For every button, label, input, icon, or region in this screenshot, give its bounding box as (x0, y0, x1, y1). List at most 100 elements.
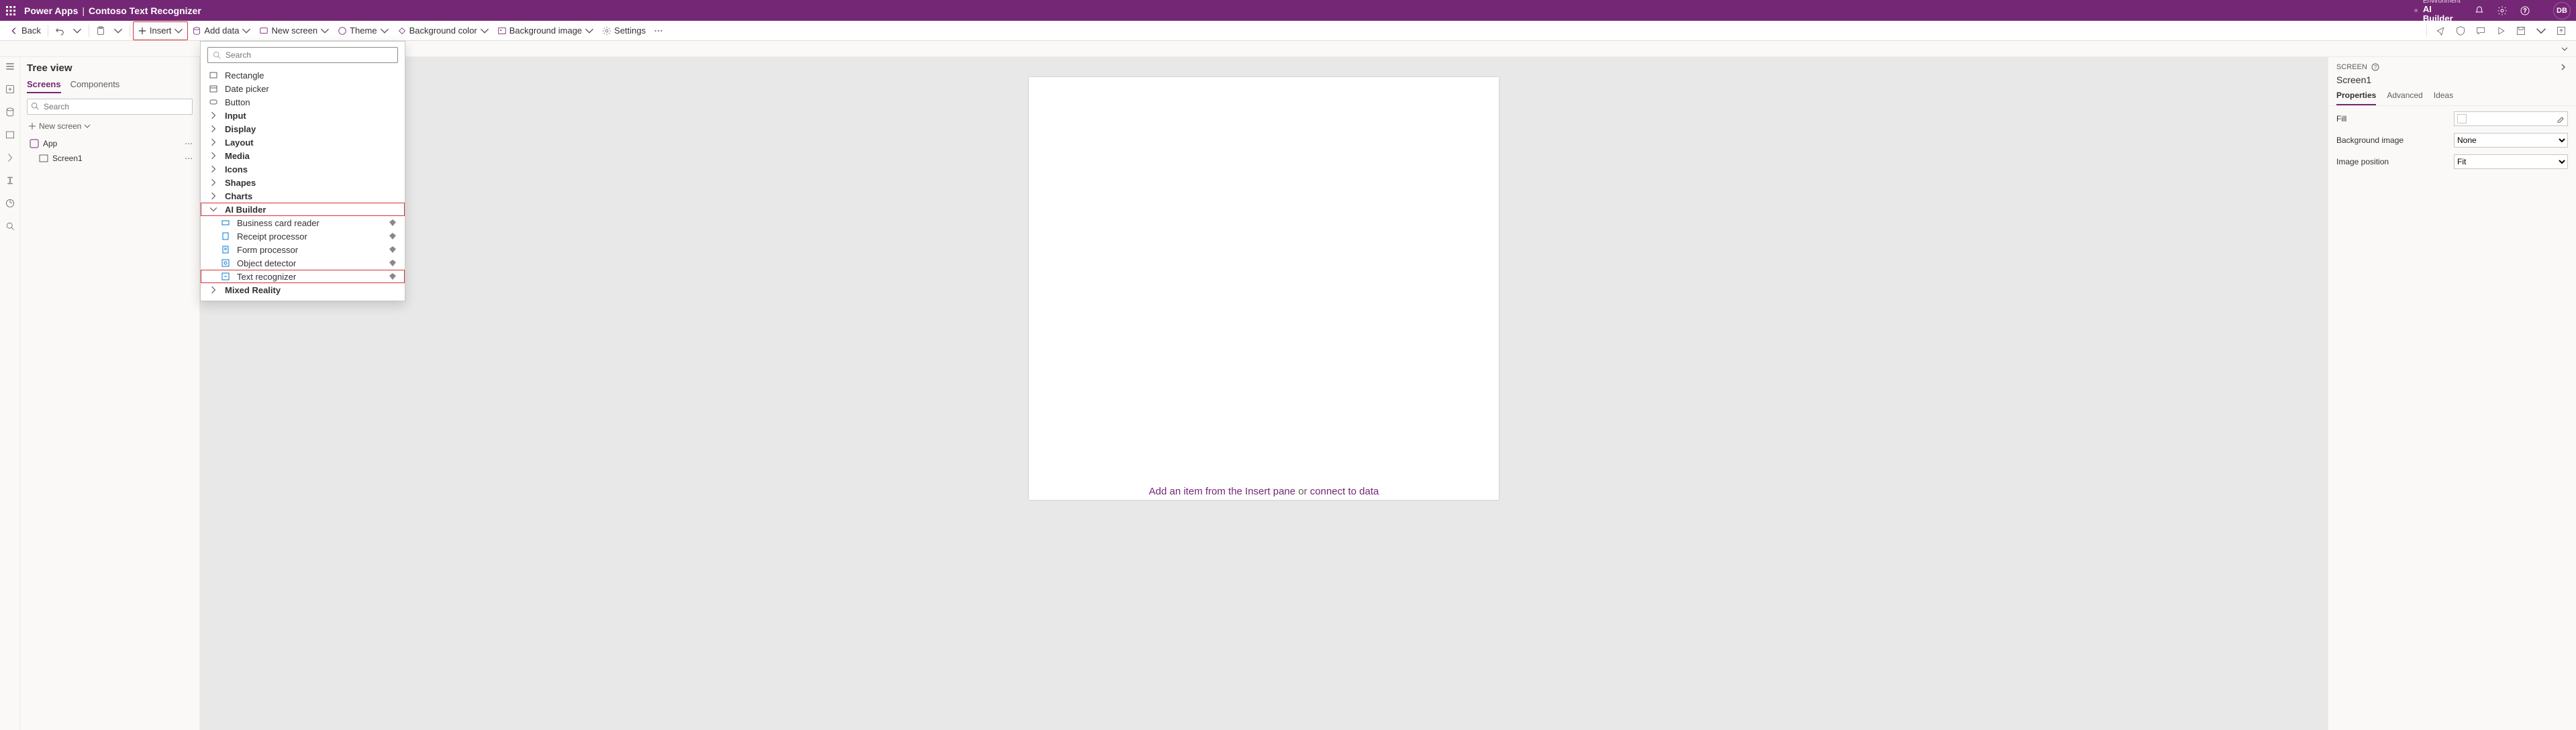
bucket-icon (397, 26, 407, 36)
insert-item-label: Form processor (237, 245, 298, 255)
screen-icon (39, 154, 48, 163)
help-icon[interactable]: ? (2520, 5, 2530, 16)
undo-button[interactable] (51, 21, 68, 40)
prop-fill-picker[interactable] (2454, 111, 2568, 126)
canvas-hint-link[interactable]: connect to data (1310, 486, 1379, 497)
tree-node-screen1[interactable]: Screen1 ⋯ (27, 151, 193, 166)
insert-item-label: Shapes (225, 178, 256, 188)
comments-button[interactable] (2471, 21, 2490, 40)
save-button[interactable] (2512, 21, 2530, 40)
premium-diamond-icon (389, 246, 397, 254)
overflow-button[interactable] (650, 21, 667, 40)
undo-split[interactable] (68, 21, 86, 40)
canvas[interactable]: Add an item from the Insert pane or conn… (200, 57, 2328, 730)
tab-advanced[interactable]: Advanced (2387, 91, 2422, 105)
add-data-button[interactable]: Add data (188, 21, 255, 40)
insert-item-text-recognizer[interactable]: Text recognizer (201, 270, 405, 283)
product-name: Power Apps (24, 5, 78, 16)
insert-item-date-picker[interactable]: Date picker (201, 82, 405, 95)
theme-button[interactable]: Theme (334, 21, 393, 40)
prop-bg-image-select[interactable]: None (2454, 133, 2568, 148)
advanced-tools-icon[interactable] (5, 198, 15, 209)
chevron-down-icon (174, 26, 183, 36)
bg-image-button[interactable]: Background image (493, 21, 598, 40)
insert-item-rectangle[interactable]: Rectangle (201, 68, 405, 82)
insert-item-receipt[interactable]: Receipt processor (201, 229, 405, 243)
formula-expand[interactable] (2561, 46, 2568, 52)
insert-cat-layout[interactable]: Layout (201, 136, 405, 149)
insert-cat-input[interactable]: Input (201, 109, 405, 122)
new-screen-label: New screen (271, 25, 317, 36)
paste-button[interactable] (92, 21, 109, 40)
waffle-icon[interactable] (5, 5, 16, 16)
insert-item-label: Input (225, 111, 246, 121)
notifications-icon[interactable] (2474, 5, 2485, 16)
settings-button[interactable]: Settings (598, 21, 650, 40)
back-arrow-icon (9, 26, 19, 36)
bg-image-label: Background image (509, 25, 582, 36)
data-rail-icon[interactable] (5, 107, 15, 117)
insert-item-label: Charts (225, 191, 252, 201)
tab-screens[interactable]: Screens (27, 79, 61, 93)
play-icon (2495, 25, 2506, 36)
chevron-down-icon (480, 26, 489, 36)
environment-picker[interactable]: Environment AI Builder (2414, 0, 2461, 23)
tree-node-app[interactable]: App ⋯ (27, 136, 193, 151)
search-rail-icon[interactable] (5, 221, 15, 231)
chevron-right-icon (209, 125, 217, 133)
expand-icon[interactable] (2559, 62, 2568, 72)
artboard-screen1[interactable]: Add an item from the Insert pane or conn… (1029, 77, 1499, 500)
save-split[interactable] (2532, 21, 2550, 40)
share-button[interactable] (2431, 21, 2450, 40)
svg-text:?: ? (2374, 64, 2377, 70)
tab-components[interactable]: Components (70, 79, 120, 93)
power-automate-icon[interactable] (5, 152, 15, 163)
insert-item-label: Mixed Reality (225, 285, 281, 295)
tree-view-icon[interactable] (5, 61, 15, 72)
insert-item-button[interactable]: Button (201, 95, 405, 109)
chevron-down-icon (113, 26, 123, 36)
insert-cat-mixed-reality[interactable]: Mixed Reality (201, 283, 405, 297)
media-rail-icon[interactable] (5, 129, 15, 140)
insert-item-object-detector[interactable]: Object detector (201, 256, 405, 270)
publish-button[interactable] (2552, 21, 2571, 40)
settings-gear-icon[interactable] (2497, 5, 2508, 16)
info-icon[interactable]: ? (2371, 63, 2379, 71)
insert-button[interactable]: Insert (133, 21, 189, 40)
insert-cat-display[interactable]: Display (201, 122, 405, 136)
check-shield-icon (2455, 25, 2466, 36)
user-avatar[interactable]: DB (2553, 2, 2571, 19)
insert-item-business-card[interactable]: Business card reader (201, 216, 405, 229)
chevron-down-icon (380, 26, 389, 36)
insert-cat-icons[interactable]: Icons (201, 162, 405, 176)
new-screen-button[interactable]: New screen (255, 21, 334, 40)
tab-ideas[interactable]: Ideas (2434, 91, 2453, 105)
chevron-right-icon (209, 138, 217, 146)
prop-fill-label: Fill (2336, 114, 2454, 123)
tab-properties[interactable]: Properties (2336, 91, 2376, 105)
more-icon[interactable]: ⋯ (185, 139, 193, 148)
variables-icon[interactable] (5, 175, 15, 186)
bg-color-button[interactable]: Background color (393, 21, 493, 40)
back-button[interactable]: Back (5, 21, 45, 40)
more-icon[interactable]: ⋯ (185, 154, 193, 163)
insert-search-input[interactable] (207, 47, 398, 63)
paste-split[interactable] (109, 21, 127, 40)
title-divider: | (82, 5, 85, 16)
chevron-down-icon (84, 123, 91, 129)
checker-button[interactable] (2451, 21, 2470, 40)
insert-item-label: Button (225, 97, 250, 107)
tree-search-input[interactable] (27, 99, 193, 115)
rectangle-icon (209, 71, 217, 79)
tree-new-screen[interactable]: New screen (27, 119, 193, 134)
insert-cat-shapes[interactable]: Shapes (201, 176, 405, 189)
insert-cat-media[interactable]: Media (201, 149, 405, 162)
tree-search[interactable] (27, 99, 193, 115)
insert-cat-ai-builder[interactable]: AI Builder (201, 203, 405, 216)
prop-img-pos-select[interactable]: Fit (2454, 154, 2568, 169)
insert-cat-charts[interactable]: Charts (201, 189, 405, 203)
prop-bg-image-label: Background image (2336, 136, 2454, 145)
insert-item-form-processor[interactable]: Form processor (201, 243, 405, 256)
insert-rail-icon[interactable] (5, 84, 15, 95)
preview-button[interactable] (2491, 21, 2510, 40)
